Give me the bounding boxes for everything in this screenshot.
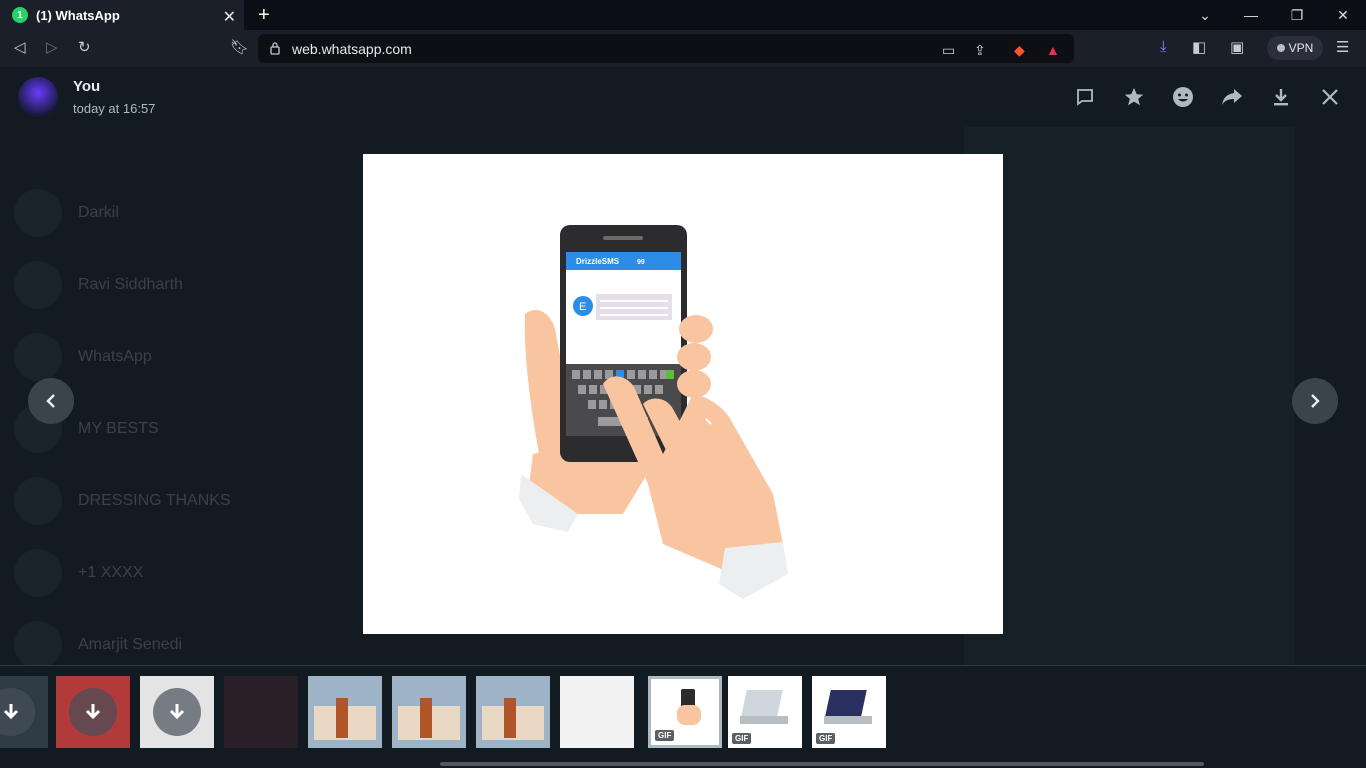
media-thumbnail[interactable]: [56, 676, 130, 748]
download-icon[interactable]: [153, 688, 201, 736]
chat-name: Ravi Siddharth: [78, 276, 183, 293]
next-media-button[interactable]: [1292, 378, 1338, 424]
emoji-icon[interactable]: [1171, 85, 1195, 109]
bookmark-icon[interactable]: 🔖︎: [230, 38, 249, 56]
chat-name: WhatsApp: [78, 348, 152, 365]
address-bar[interactable]: web.whatsapp.com ▭ ⇪ ◆ ▲: [258, 34, 1074, 63]
window-close-icon[interactable]: ✕: [1320, 0, 1366, 30]
lock-icon: [270, 42, 280, 55]
gif-badge: GIF: [732, 733, 752, 744]
media-thumbnail[interactable]: [476, 676, 550, 748]
url-text: web.whatsapp.com: [292, 40, 412, 57]
background-media-panel: [964, 127, 1294, 697]
forward-icon[interactable]: [1220, 85, 1244, 109]
app-counter: 99: [637, 259, 645, 266]
brave-rewards-icon[interactable]: ▲: [1046, 42, 1060, 58]
sidebar-icon[interactable]: ◧: [1192, 38, 1206, 56]
back-icon[interactable]: ◁: [14, 38, 26, 56]
media-image: DrizzleSMS 99 E: [363, 154, 1003, 634]
whatsapp-favicon-icon: 1: [12, 7, 28, 23]
vpn-label: VPN: [1288, 41, 1314, 55]
background-chat-item: DRESSING THANKS: [0, 465, 360, 537]
tab-close-icon[interactable]: ✕: [223, 7, 236, 27]
thumbnail-strip: GIF GIF GIF: [0, 665, 1366, 768]
chat-name: Darkil: [78, 204, 119, 221]
background-chat-item: Darkil: [0, 177, 360, 249]
download-icon[interactable]: [69, 688, 117, 736]
avatar: [14, 189, 62, 237]
media-thumbnail[interactable]: GIF: [728, 676, 802, 748]
brave-shields-icon[interactable]: ◆: [1014, 42, 1025, 59]
media-thumbnail[interactable]: GIF: [812, 676, 886, 748]
media-thumbnail[interactable]: [560, 676, 634, 748]
browser-tab-bar: 1 (1) WhatsApp ✕ + ⌄ — ❐ ✕: [0, 0, 1366, 30]
chat-name: DRESSING THANKS: [78, 492, 231, 509]
media-thumbnail[interactable]: [308, 676, 382, 748]
chevron-right-icon: [1311, 394, 1320, 408]
share-icon[interactable]: ⇪: [974, 42, 986, 59]
contact-initial: E: [579, 301, 586, 313]
window-controls: ⌄ — ❐ ✕: [1182, 0, 1366, 30]
browser-toolbar: ◁ ▷ ↻ 🔖︎ web.whatsapp.com ▭ ⇪ ◆ ▲ ⤓ ◧ ▣ …: [0, 30, 1366, 67]
reply-icon[interactable]: [1073, 85, 1097, 109]
background-chat-item: +1 XXXX: [0, 537, 360, 609]
star-icon[interactable]: [1122, 85, 1146, 109]
menu-icon[interactable]: ☰: [1336, 38, 1349, 56]
horizontal-scrollbar[interactable]: [440, 762, 1204, 766]
media-viewer: Darkil Ravi Siddharth WhatsApp MY BESTS DRES…: [0, 67, 1366, 768]
media-thumbnail[interactable]: [0, 676, 48, 748]
chevron-left-icon: [46, 394, 55, 408]
close-icon[interactable]: [1318, 85, 1342, 109]
media-thumbnail[interactable]: [392, 676, 466, 748]
background-chat-list: Darkil Ravi Siddharth WhatsApp MY BESTS DRES…: [0, 177, 360, 681]
chat-name: +1 XXXX: [78, 564, 144, 581]
minimize-icon[interactable]: —: [1228, 0, 1274, 30]
app-label: DrizzleSMS: [576, 257, 620, 266]
gif-badge: GIF: [655, 730, 675, 741]
media-thumbnail[interactable]: [140, 676, 214, 748]
new-tab-icon[interactable]: +: [258, 4, 270, 27]
previous-media-button[interactable]: [28, 378, 74, 424]
tab-whatsapp[interactable]: 1 (1) WhatsApp ✕: [0, 0, 244, 30]
download-icon[interactable]: [0, 688, 35, 736]
cast-icon[interactable]: ▭: [942, 42, 955, 59]
download-icon[interactable]: [1269, 85, 1293, 109]
downloads-icon[interactable]: ⤓: [1160, 38, 1167, 55]
avatar: [14, 621, 62, 669]
tab-title: (1) WhatsApp: [36, 7, 120, 23]
vpn-status-icon: [1276, 44, 1285, 52]
background-chat-item: Ravi Siddharth: [0, 249, 360, 321]
tab-list-chevron-icon[interactable]: ⌄: [1182, 0, 1228, 30]
viewer-actions: [1073, 85, 1342, 109]
sender-name: You: [73, 78, 101, 95]
chat-name: MY BESTS: [78, 420, 159, 437]
media-thumbnail[interactable]: GIF: [648, 676, 722, 748]
chat-name: Amarjit Senedi: [78, 636, 183, 653]
gif-badge: GIF: [816, 733, 836, 744]
avatar: [14, 261, 62, 309]
avatar: [14, 549, 62, 597]
media-thumbnail[interactable]: [224, 676, 298, 748]
message-timestamp: today at 16:57: [73, 101, 156, 116]
phone-in-hands-illustration: DrizzleSMS 99 E: [519, 225, 788, 599]
vpn-button[interactable]: VPN: [1267, 36, 1323, 60]
avatar: [14, 477, 62, 525]
forward-nav-icon[interactable]: ▷: [46, 38, 58, 56]
viewer-header: You today at 16:57: [0, 67, 1366, 127]
avatar: [14, 333, 62, 381]
wallet-icon[interactable]: ▣: [1230, 38, 1244, 56]
reload-icon[interactable]: ↻: [78, 38, 91, 56]
restore-icon[interactable]: ❐: [1274, 0, 1320, 30]
avatar[interactable]: [18, 77, 58, 117]
